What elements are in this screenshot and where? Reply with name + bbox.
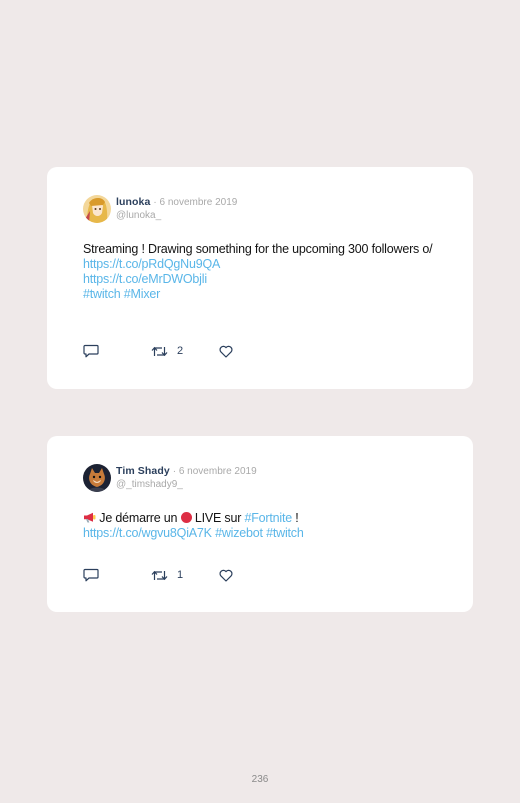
tweet-header: Tim Shady · 6 novembre 2019 @_timshady9_ bbox=[83, 464, 257, 492]
tweet-card: lunoka · 6 novembre 2019 @lunoka_ Stream… bbox=[47, 167, 473, 389]
reply-button[interactable] bbox=[83, 344, 151, 358]
tweet-actions: 2 bbox=[83, 344, 233, 358]
retweet-icon bbox=[151, 570, 168, 580]
tweet-hashtags[interactable]: #twitch #Mixer bbox=[83, 287, 160, 301]
retweet-button[interactable]: 1 bbox=[151, 569, 219, 582]
tweet-hashtags[interactable]: #wizebot #twitch bbox=[215, 526, 304, 540]
like-button[interactable] bbox=[219, 569, 233, 582]
tweet-link[interactable]: https://t.co/pRdQgNu9QA bbox=[83, 257, 220, 271]
tweet-date[interactable]: · 6 novembre 2019 bbox=[153, 197, 237, 208]
reply-icon bbox=[83, 568, 99, 582]
tweet-hashtag[interactable]: #Fortnite bbox=[244, 511, 292, 525]
megaphone-icon bbox=[84, 512, 96, 523]
retweet-count: 1 bbox=[177, 569, 184, 581]
reply-button[interactable] bbox=[83, 568, 151, 582]
tweet-card: Tim Shady · 6 novembre 2019 @_timshady9_… bbox=[47, 436, 473, 612]
author-handle[interactable]: @lunoka_ bbox=[116, 209, 237, 222]
retweet-icon bbox=[151, 346, 168, 356]
tweet-text-segment: ! bbox=[291, 511, 299, 525]
tweet-text-segment: Je démarre un bbox=[96, 511, 181, 525]
tweet-text-segment: LIVE sur bbox=[191, 511, 245, 525]
reply-icon bbox=[83, 344, 99, 358]
tweet-link[interactable]: https://t.co/eMrDWObjli bbox=[83, 272, 207, 286]
tweet-link[interactable]: https://t.co/wgvu8QiA7K bbox=[83, 526, 212, 540]
retweet-button[interactable]: 2 bbox=[151, 345, 219, 358]
author-name[interactable]: lunoka bbox=[116, 196, 150, 208]
tweet-header: lunoka · 6 novembre 2019 @lunoka_ bbox=[83, 195, 237, 223]
like-button[interactable] bbox=[219, 345, 233, 358]
page-number: 236 bbox=[251, 774, 269, 785]
avatar[interactable] bbox=[83, 195, 111, 223]
tweet-text: Je démarre un LIVE sur #Fortnite ! https… bbox=[83, 511, 443, 541]
tweet-date[interactable]: · 6 novembre 2019 bbox=[173, 466, 257, 477]
retweet-count: 2 bbox=[177, 345, 184, 357]
tweet-text-line: Streaming ! Drawing something for the up… bbox=[83, 242, 433, 256]
author-handle[interactable]: @_timshady9_ bbox=[116, 478, 257, 491]
red-circle-icon bbox=[180, 512, 192, 523]
heart-icon bbox=[219, 345, 233, 358]
author-name[interactable]: Tim Shady bbox=[116, 465, 170, 477]
tweet-actions: 1 bbox=[83, 568, 233, 582]
avatar[interactable] bbox=[83, 464, 111, 492]
tweet-text: Streaming ! Drawing something for the up… bbox=[83, 242, 443, 302]
heart-icon bbox=[219, 569, 233, 582]
